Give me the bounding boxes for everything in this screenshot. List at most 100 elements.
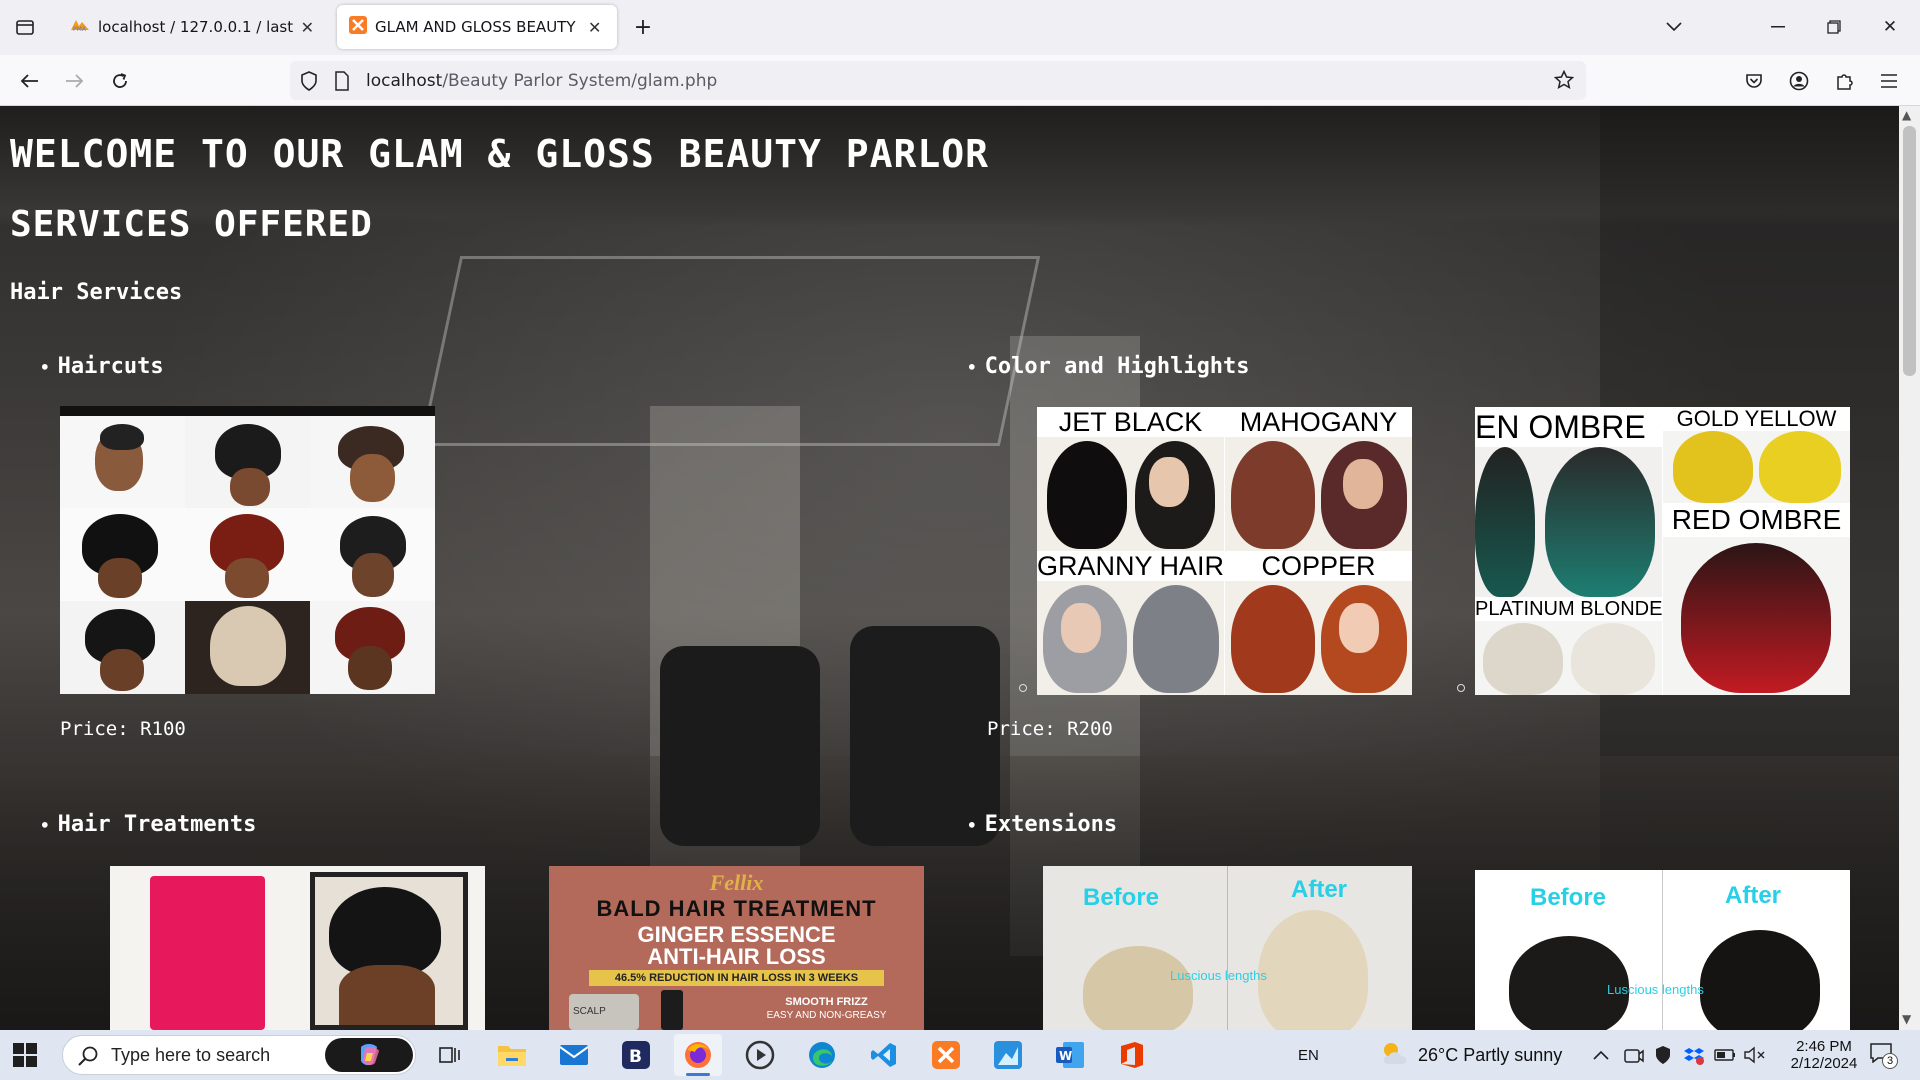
- salon-chair-left: [660, 646, 820, 846]
- security-shield-icon[interactable]: [1654, 1030, 1672, 1080]
- close-tab-icon[interactable]: ✕: [588, 18, 601, 37]
- edge-icon[interactable]: [798, 1034, 846, 1076]
- restore-icon[interactable]: [1814, 10, 1854, 44]
- volume-muted-icon[interactable]: [1744, 1030, 1766, 1080]
- luscious-lengths-caption: Luscious lengths: [1607, 982, 1704, 997]
- back-arrow-icon[interactable]: [12, 64, 46, 98]
- battery-icon[interactable]: [1714, 1030, 1736, 1080]
- hair-color-chart-image: JET BLACK MAHOGANY GRANNY HAIR COPPER: [1037, 407, 1412, 695]
- bullet-icon: •: [40, 816, 50, 835]
- new-tab-icon[interactable]: +: [628, 12, 658, 42]
- bootstrap-studio-icon[interactable]: B: [612, 1034, 660, 1076]
- task-view-icon[interactable]: [426, 1034, 474, 1076]
- extensions-heading: • Extensions: [967, 812, 1117, 837]
- tab-phpmyadmin[interactable]: PMA localhost / 127.0.0.1 / lastyear / ✕: [58, 5, 326, 49]
- clock-time: 2:46 PM: [1796, 1038, 1852, 1055]
- ombre-color-chart-image: EN OMBRE GOLD YELLOW RED OMBRE PLATINUM …: [1475, 407, 1850, 695]
- scroll-up-icon[interactable]: ▲: [1902, 108, 1911, 122]
- ad-line-2: ANTI-HAIR LOSS: [647, 944, 826, 969]
- tracking-protection-shield-icon[interactable]: [300, 71, 318, 95]
- search-placeholder: Type here to search: [111, 1045, 271, 1065]
- extensions-puzzle-icon[interactable]: [1828, 64, 1862, 98]
- notifications-count: 3: [1882, 1052, 1898, 1069]
- menu-hamburger-icon[interactable]: [1872, 64, 1906, 98]
- language-indicator[interactable]: EN: [1298, 1030, 1319, 1080]
- page-scrollbar[interactable]: ▲ ▼: [1899, 106, 1920, 1030]
- address-bar[interactable]: localhost/Beauty Parlor System/glam.php: [290, 61, 1586, 100]
- office-icon[interactable]: [1108, 1034, 1156, 1076]
- color-label-red-ombre: RED OMBRE: [1663, 503, 1850, 537]
- extensions-before-after-dark-image: Before After Luscious lengths: [1475, 870, 1850, 1030]
- url-path: /Beauty Parlor System/glam.php: [442, 70, 718, 91]
- before-label: Before: [1530, 884, 1607, 911]
- media-player-icon[interactable]: [736, 1034, 784, 1076]
- color-highlights-heading: • Color and Highlights: [967, 354, 1250, 379]
- weather-widget[interactable]: 26°C Partly sunny: [1380, 1030, 1562, 1080]
- bald-hair-treatment-ad-image: Fellix BALD HAIR TREATMENT GINGER ESSENC…: [549, 866, 924, 1030]
- paint-app-icon[interactable]: [984, 1034, 1032, 1076]
- welcome-heading: WELCOME TO OUR GLAM & GLOSS BEAUTY PARLO…: [10, 132, 989, 176]
- bullet-icon: •: [40, 358, 50, 377]
- ad-easy: EASY AND NON-GREASY: [766, 1010, 887, 1021]
- mail-icon[interactable]: [550, 1034, 598, 1076]
- tab-list-icon[interactable]: [10, 12, 40, 42]
- pocket-icon[interactable]: [1737, 64, 1771, 98]
- vscode-icon[interactable]: [860, 1034, 908, 1076]
- minimize-icon[interactable]: [1758, 10, 1798, 44]
- notifications-button[interactable]: 3: [1870, 1030, 1898, 1080]
- firefox-icon[interactable]: [674, 1034, 722, 1076]
- reload-icon[interactable]: [103, 64, 137, 98]
- xampp-icon[interactable]: [922, 1034, 970, 1076]
- windows-taskbar: Type here to search B W EN 26°C Partly s…: [0, 1030, 1920, 1080]
- list-circle-marker: [1457, 684, 1465, 692]
- ad-scalp: SCALP: [573, 1006, 606, 1017]
- weather-text: 26°C Partly sunny: [1418, 1044, 1563, 1065]
- page-info-icon[interactable]: [334, 71, 350, 95]
- hair-treatment-image: [110, 866, 485, 1030]
- show-hidden-icons-chevron-icon[interactable]: [1593, 1030, 1609, 1080]
- haircuts-price: Price: R100: [60, 718, 186, 740]
- close-window-icon[interactable]: ✕: [1870, 10, 1910, 44]
- svg-text:PMA: PMA: [73, 26, 87, 32]
- account-icon[interactable]: [1782, 64, 1816, 98]
- bookmark-star-icon[interactable]: [1553, 69, 1575, 94]
- color-label-copper: COPPER: [1225, 551, 1412, 581]
- ad-title: BALD HAIR TREATMENT: [596, 896, 877, 921]
- extensions-before-after-blonde-image: Before After Luscious lengths: [1043, 866, 1412, 1030]
- extensions-label: Extensions: [984, 812, 1118, 837]
- color-label-gold-yellow: GOLD YELLOW: [1663, 407, 1850, 431]
- dropbox-error-icon[interactable]: [1684, 1030, 1704, 1080]
- tab-title: localhost / 127.0.0.1 / lastyear /: [98, 18, 293, 36]
- browser-nav-bar: localhost/Beauty Parlor System/glam.php: [0, 55, 1920, 106]
- forward-arrow-icon[interactable]: [58, 64, 92, 98]
- bullet-icon: •: [967, 358, 977, 377]
- scroll-down-icon[interactable]: ▼: [1902, 1012, 1911, 1026]
- svg-text:W: W: [1059, 1049, 1072, 1063]
- page-content: WELCOME TO OUR GLAM & GLOSS BEAUTY PARLO…: [0, 106, 1899, 1030]
- svg-text:B: B: [629, 1047, 642, 1067]
- scroll-thumb[interactable]: [1903, 126, 1916, 376]
- phpmyadmin-favicon-icon: PMA: [70, 18, 90, 36]
- haircuts-heading: • Haircuts: [40, 354, 164, 379]
- copilot-icon[interactable]: [325, 1038, 413, 1072]
- camera-app-icon[interactable]: [1624, 1030, 1644, 1080]
- xampp-favicon-icon: [349, 16, 367, 38]
- file-explorer-icon[interactable]: [488, 1034, 536, 1076]
- tab-glam-gloss[interactable]: GLAM AND GLOSS BEAUTY PARLOR ✕: [337, 5, 617, 49]
- ad-brand: Fellix: [709, 870, 764, 895]
- search-icon: [77, 1045, 99, 1071]
- list-all-tabs-icon[interactable]: [1654, 10, 1694, 44]
- url-text[interactable]: localhost/Beauty Parlor System/glam.php: [366, 71, 717, 91]
- windows-start-icon[interactable]: [10, 1040, 40, 1070]
- color-price: Price: R200: [987, 718, 1113, 740]
- ad-stat: 46.5% REDUCTION IN HAIR LOSS IN 3 WEEKS: [589, 970, 884, 986]
- luscious-lengths-caption: Luscious lengths: [1170, 968, 1267, 983]
- hair-treatments-label: Hair Treatments: [57, 812, 257, 837]
- clock[interactable]: 2:46 PM 2/12/2024: [1784, 1030, 1864, 1080]
- taskbar-search-box[interactable]: Type here to search: [62, 1035, 416, 1075]
- tab-title: GLAM AND GLOSS BEAUTY PARLOR: [375, 18, 580, 36]
- color-highlights-label: Color and Highlights: [984, 354, 1250, 379]
- close-tab-icon[interactable]: ✕: [301, 18, 314, 37]
- haircuts-label: Haircuts: [57, 354, 164, 379]
- word-icon[interactable]: W: [1046, 1034, 1094, 1076]
